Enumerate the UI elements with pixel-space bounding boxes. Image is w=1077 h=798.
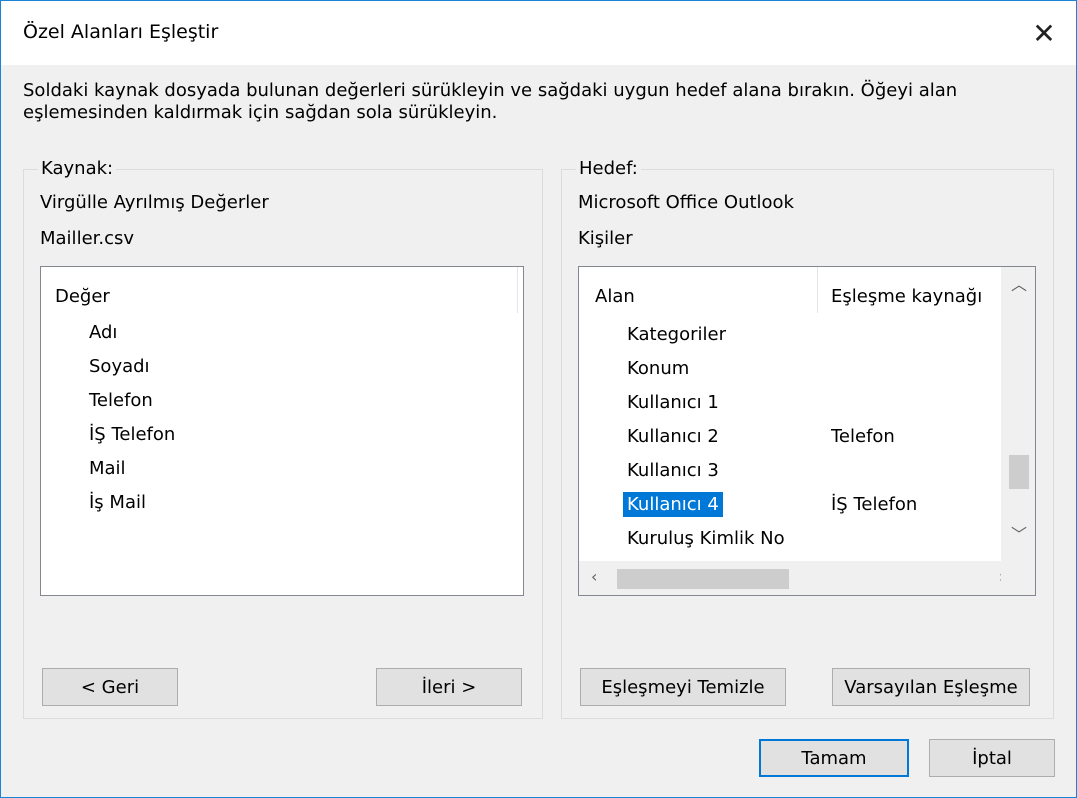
cancel-button[interactable]: İptal: [929, 739, 1055, 777]
table-row[interactable]: Kullanıcı 2 Telefon: [579, 419, 1019, 453]
field-name: Kullanıcı 3: [627, 460, 719, 481]
table-row[interactable]: Kullanıcı 1: [579, 385, 1019, 419]
table-row-selected[interactable]: Kullanıcı 4 İŞ Telefon: [579, 487, 1019, 521]
vertical-scrollbar[interactable]: ︿ ﹀: [1001, 267, 1035, 563]
column-header-mapped-from[interactable]: Eşleşme kaynağı: [831, 286, 982, 307]
source-values-list[interactable]: Değer Adı Soyadı Telefon İŞ Telefon Mail…: [40, 266, 524, 596]
source-item-mail[interactable]: Mail: [89, 458, 126, 479]
table-row[interactable]: Kullanıcı 3: [579, 453, 1019, 487]
next-button[interactable]: İleri >: [376, 668, 522, 706]
horizontal-scrollbar[interactable]: ‹ ›: [579, 561, 1035, 595]
source-item-is-mail[interactable]: İş Mail: [89, 492, 146, 513]
field-name: Kullanıcı 4: [623, 492, 723, 517]
horizontal-scroll-thumb[interactable]: [617, 569, 789, 589]
dialog-title: Özel Alanları Eşleştir: [23, 21, 219, 43]
field-name: Kategoriler: [627, 324, 726, 345]
table-row[interactable]: Kategoriler: [579, 317, 1019, 351]
column-divider: [517, 267, 518, 313]
table-row[interactable]: Konum: [579, 351, 1019, 385]
column-divider: [817, 267, 818, 313]
source-legend: Kaynak:: [38, 158, 117, 179]
source-item-soyadi[interactable]: Soyadı: [89, 356, 150, 377]
target-legend: Hedef:: [576, 158, 641, 179]
mapped-from: İŞ Telefon: [831, 494, 918, 515]
target-group: Hedef: Microsoft Office Outlook Kişiler …: [561, 158, 1054, 719]
field-name: Kullanıcı 1: [627, 392, 719, 413]
title-bar: Özel Alanları Eşleştir ✕: [1, 1, 1076, 65]
scroll-down-icon[interactable]: ﹀: [1011, 521, 1027, 545]
column-header-field[interactable]: Alan: [595, 286, 635, 307]
mapped-from: Telefon: [831, 426, 895, 447]
default-mapping-button[interactable]: Varsayılan Eşleşme: [832, 668, 1030, 706]
back-button[interactable]: < Geri: [42, 668, 178, 706]
scroll-left-icon[interactable]: ‹: [591, 567, 597, 586]
target-fields-list[interactable]: Alan Eşleşme kaynağı Kategoriler Konum K…: [578, 266, 1036, 596]
ok-button[interactable]: Tamam: [759, 739, 909, 777]
source-item-telefon[interactable]: Telefon: [89, 390, 153, 411]
target-app: Microsoft Office Outlook: [578, 192, 794, 213]
source-item-adi[interactable]: Adı: [89, 322, 117, 343]
source-type: Virgülle Ayrılmış Değerler: [40, 192, 269, 213]
field-name: Kullanıcı 2: [627, 426, 719, 447]
target-folder: Kişiler: [578, 228, 633, 249]
source-column-header: Değer: [55, 286, 110, 307]
source-group: Kaynak: Virgülle Ayrılmış Değerler Maill…: [23, 158, 543, 719]
source-item-is-telefon[interactable]: İŞ Telefon: [89, 424, 175, 445]
scroll-up-icon[interactable]: ︿: [1011, 271, 1027, 295]
dialog-window: Özel Alanları Eşleştir ✕ Soldaki kaynak …: [0, 0, 1077, 798]
field-name: Konum: [627, 358, 690, 379]
instructions-text: Soldaki kaynak dosyada bulunan değerleri…: [23, 80, 958, 123]
clear-mapping-button[interactable]: Eşleşmeyi Temizle: [580, 668, 786, 706]
field-name: Kuruluş Kimlik No: [627, 528, 785, 549]
source-file: Mailler.csv: [40, 228, 135, 249]
vertical-scroll-thumb[interactable]: [1009, 455, 1029, 489]
close-icon[interactable]: ✕: [1012, 1, 1076, 65]
table-row[interactable]: Kuruluş Kimlik No: [579, 521, 1019, 555]
scrollbar-corner: [1001, 561, 1035, 595]
